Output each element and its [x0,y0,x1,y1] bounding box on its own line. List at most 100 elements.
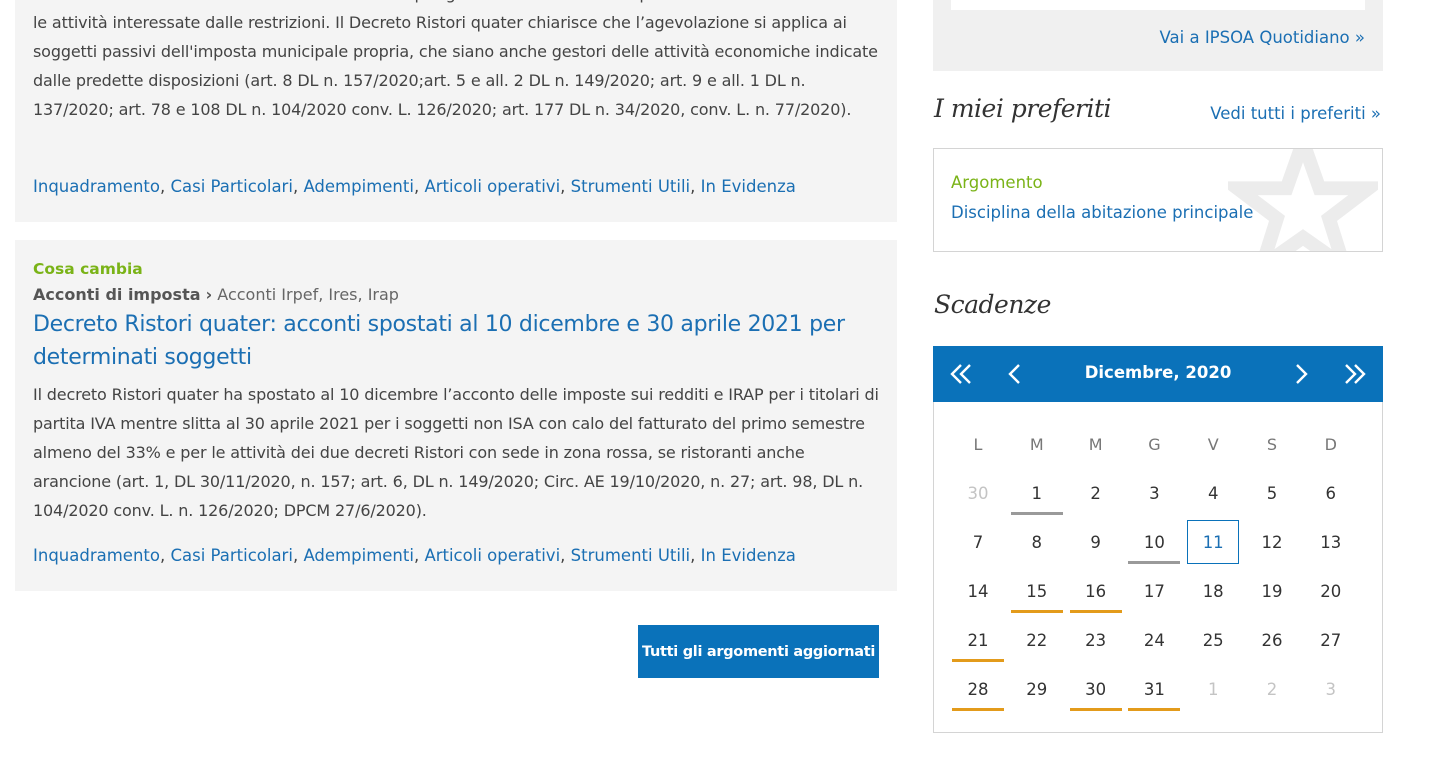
tag-separator: , [560,177,571,196]
calendar-day[interactable]: 13 [1305,520,1357,564]
deadline-marker [1069,708,1122,711]
weekday-label: M [1088,434,1103,454]
deadlines-title: Scadenze [934,290,1051,319]
calendar-day[interactable]: 21 [952,618,1004,662]
tag-link[interactable]: In Evidenza [701,546,796,565]
calendar-day[interactable]: 7 [952,520,1004,564]
calendar-day[interactable]: 30 [952,471,1004,515]
tag-separator: , [159,546,171,565]
see-all-favorites-link[interactable]: Vedi tutti i preferiti » [1210,104,1381,123]
calendar-day[interactable]: 24 [1128,618,1180,662]
calendar-day-number: 16 [1085,581,1107,601]
calendar-day[interactable]: 16 [1069,569,1122,613]
double-chevron-right-icon[interactable] [1339,358,1371,390]
calendar-day[interactable]: 29 [1011,667,1063,711]
ipsoa-inner-panel [951,0,1365,10]
calendar-day-number: 2 [1266,679,1278,699]
calendar-day[interactable]: 12 [1246,520,1298,564]
tag-link[interactable]: Inquadramento [33,546,160,565]
calendar-day-number: 30 [1085,679,1107,699]
calendar-day[interactable]: 27 [1305,618,1357,662]
calendar-day-number: 28 [967,679,989,699]
article-summary: l DL Ristori e Ristori-bis cancellano la… [33,0,878,119]
calendar-day-number: 24 [1143,630,1165,650]
tag-link[interactable]: Strumenti Utili [571,177,690,196]
calendar-day[interactable]: 30 [1069,667,1122,711]
article-tags: Inquadramento, Casi Particolari, Adempim… [33,546,796,565]
calendar-day[interactable]: 19 [1246,569,1298,613]
ipsoa-quotidiano-link[interactable]: Vai a IPSOA Quotidiano » [1160,28,1365,47]
calendar-day-number: 9 [1090,532,1101,552]
tag-link[interactable]: Casi Particolari [170,177,292,196]
deadline-marker [1010,512,1063,515]
all-topics-button[interactable]: Tutti gli argomenti aggiornati [638,625,879,678]
calendar-day-number: 27 [1320,630,1342,650]
calendar-day[interactable]: 2 [1246,667,1298,711]
article-title-link[interactable]: Decreto Ristori quater: acconti spostati… [33,308,863,374]
tag-link[interactable]: Adempimenti [303,177,414,196]
tag-link[interactable]: Articoli operativi [424,546,560,565]
calendar-day-number: 3 [1325,679,1337,699]
article-summary: Il decreto Ristori quater ha spostato al… [33,385,879,520]
calendar-day-number: 5 [1266,483,1278,503]
calendar-day-number: 1 [1031,483,1043,503]
calendar-day[interactable]: 28 [952,667,1004,711]
tag-link[interactable]: In Evidenza [701,177,796,196]
calendar-day[interactable]: 1 [1187,667,1239,711]
calendar-day[interactable]: 23 [1070,618,1122,662]
tag-link[interactable]: Adempimenti [303,546,414,565]
calendar-day[interactable]: 1 [1010,471,1063,515]
calendar-day[interactable]: 2 [1070,471,1122,515]
calendar-day[interactable]: 8 [1011,520,1063,564]
tag-link[interactable]: Articoli operativi [424,177,560,196]
calendar-day-number: 26 [1261,630,1283,650]
calendar-day[interactable]: 22 [1011,618,1063,662]
article-category: Cosa cambia [33,260,143,278]
calendar-day-number: 13 [1320,532,1342,552]
calendar-day[interactable]: 15 [1010,569,1063,613]
article-card: l DL Ristori e Ristori-bis cancellano la… [15,0,897,222]
calendar-day-number: 22 [1026,630,1048,650]
calendar-day-number: 10 [1143,532,1165,552]
calendar-day[interactable]: 5 [1246,471,1298,515]
calendar-day[interactable]: 20 [1305,569,1357,613]
calendar-day-number: 2 [1090,483,1101,503]
calendar-day[interactable]: 6 [1305,471,1357,515]
weekday-label: M [1029,434,1044,454]
calendar-day[interactable]: 3 [1305,667,1357,711]
deadline-marker [952,708,1004,711]
breadcrumb-separator-icon: › [205,285,213,304]
calendar-day-number: 31 [1143,679,1165,699]
tag-link[interactable]: Casi Particolari [170,546,292,565]
deadline-marker [1128,561,1181,564]
calendar-day-today[interactable]: 11 [1187,520,1240,564]
breadcrumb-main[interactable]: Acconti di imposta [33,285,201,304]
calendar-day[interactable]: 3 [1128,471,1180,515]
breadcrumb-sub[interactable]: Acconti Irpef, Ires, Irap [217,285,399,304]
calendar-day-number: 4 [1207,483,1219,503]
favorite-item-link[interactable]: Disciplina della abitazione principale [951,203,1253,222]
star-icon [1228,149,1378,251]
chevron-right-icon[interactable] [1285,358,1317,390]
calendar-day[interactable]: 17 [1128,569,1180,613]
deadline-marker [952,659,1004,662]
breadcrumb: Acconti di imposta › Acconti Irpef, Ires… [33,285,399,304]
calendar-day-number: 17 [1143,581,1165,601]
article-card: Cosa cambia Acconti di imposta › Acconti… [15,240,897,591]
calendar-day-number: 3 [1149,483,1160,503]
calendar-day[interactable]: 4 [1187,471,1239,515]
tag-link[interactable]: Inquadramento [33,177,160,196]
calendar-day[interactable]: 10 [1128,520,1181,564]
calendar-day[interactable]: 25 [1187,618,1239,662]
calendar-day[interactable]: 14 [952,569,1004,613]
calendar-day[interactable]: 9 [1070,520,1122,564]
tag-link[interactable]: Strumenti Utili [571,546,690,565]
tag-separator: , [292,177,304,196]
weekday-label: L [973,434,983,454]
calendar-day[interactable]: 18 [1187,569,1239,613]
calendar-day-number: 29 [1026,679,1048,699]
calendar-day[interactable]: 31 [1128,667,1181,711]
deadlines-calendar: Dicembre, 2020 L M M G V S D 30 1 2 3 4 5 6 7 8 9 10 11 12 1… [933,346,1383,733]
calendar-day[interactable]: 26 [1246,618,1298,662]
calendar-day-number: 18 [1202,581,1224,601]
